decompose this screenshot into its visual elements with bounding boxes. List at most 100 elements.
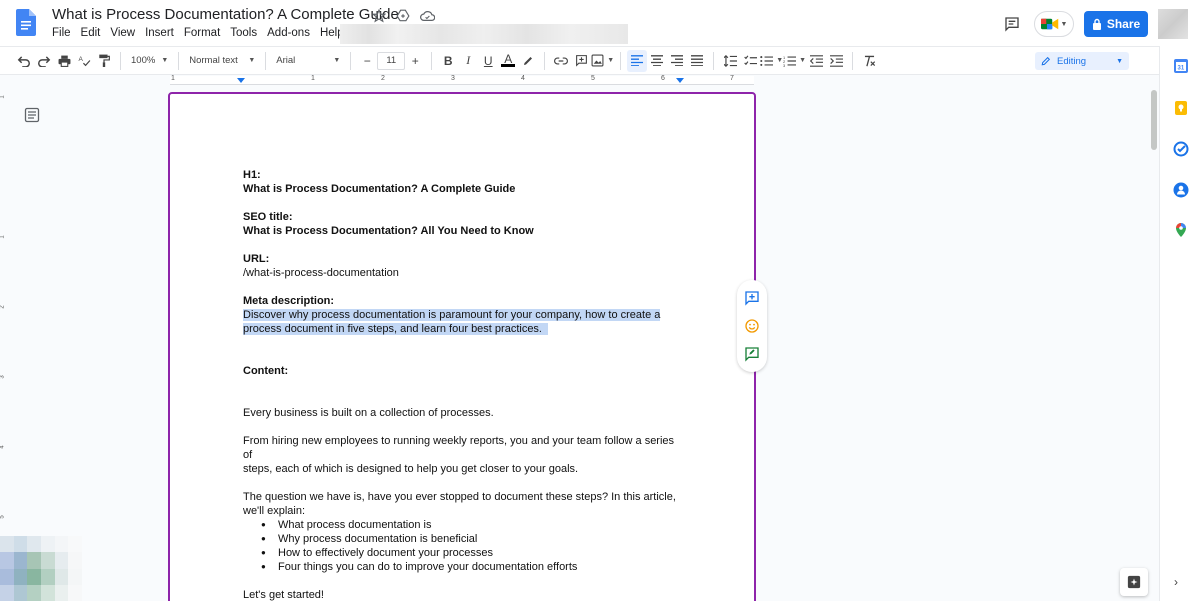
star-icon[interactable]: [370, 7, 388, 25]
maps-icon[interactable]: [1173, 222, 1189, 238]
scroll-thumb[interactable]: [1151, 90, 1157, 150]
menu-tools[interactable]: Tools: [225, 27, 262, 39]
style-value: Normal text: [189, 55, 238, 66]
align-center-icon[interactable]: [647, 50, 667, 72]
chevron-down-icon: ▼: [161, 57, 169, 64]
bulleted-list-icon[interactable]: ▼: [760, 50, 783, 72]
menu-format[interactable]: Format: [179, 27, 225, 39]
paint-format-icon[interactable]: [94, 50, 114, 72]
divider: [265, 51, 267, 70]
menu-file[interactable]: File: [52, 27, 76, 39]
insert-link-icon[interactable]: [551, 50, 571, 72]
formatting-toolbar: A 100% ▼ Normal text ▼ Arial ▼ − 11 + B I U…: [0, 46, 1159, 75]
url-label: URL:: [243, 253, 270, 265]
insert-image-icon[interactable]: ▼: [591, 50, 614, 72]
font-size-input[interactable]: 11: [377, 51, 406, 70]
spellcheck-icon[interactable]: A: [74, 50, 94, 72]
undo-icon[interactable]: [14, 50, 34, 72]
increase-font-size-button[interactable]: +: [405, 50, 425, 72]
menu-view[interactable]: View: [105, 27, 140, 39]
horizontal-ruler[interactable]: 1 1 2 3 4 5 6 7: [0, 75, 1159, 86]
editing-mode-label: Editing: [1057, 55, 1087, 67]
underline-icon[interactable]: U: [478, 50, 498, 72]
clear-formatting-icon[interactable]: [859, 50, 879, 72]
chevron-down-icon: ▼: [248, 57, 256, 64]
list-item: What process documentation is: [261, 518, 683, 532]
increase-indent-icon[interactable]: [826, 50, 846, 72]
print-icon[interactable]: [54, 50, 74, 72]
url-text: /what-is-process-documentation: [243, 267, 399, 279]
explore-icon: [1127, 575, 1141, 589]
add-comment-icon[interactable]: [743, 289, 761, 307]
keep-icon[interactable]: [1173, 100, 1189, 116]
meta-description-selection: Discover why process documentation is pa…: [243, 308, 683, 336]
svg-text:A: A: [78, 56, 83, 63]
decrease-indent-icon[interactable]: [806, 50, 826, 72]
move-to-drive-icon[interactable]: [394, 7, 412, 25]
cloud-saved-icon[interactable]: [418, 7, 436, 25]
ruler-number: 6: [661, 75, 665, 82]
decrease-font-size-button[interactable]: −: [357, 50, 377, 72]
italic-icon[interactable]: I: [458, 50, 478, 72]
h1-text: What is Process Documentation? A Complet…: [243, 183, 516, 195]
ruler-number: 1: [0, 235, 6, 239]
share-button[interactable]: Share: [1084, 11, 1148, 37]
calendar-icon[interactable]: 31: [1173, 58, 1189, 74]
numbered-list-icon[interactable]: 1 2 3 ▼: [783, 50, 806, 72]
avatar[interactable]: [1158, 9, 1188, 39]
highlight-color-icon[interactable]: [518, 50, 538, 72]
google-docs-window: What is Process Documentation? A Complet…: [0, 0, 1200, 601]
menu-addons[interactable]: Add-ons: [262, 27, 315, 39]
redacted-last-edit-info: [340, 24, 628, 44]
align-left-icon[interactable]: [627, 49, 648, 72]
document-body[interactable]: H1: What is Process Documentation? A Com…: [243, 168, 683, 601]
insert-comment-icon[interactable]: [571, 50, 591, 72]
content-label: Content:: [243, 365, 289, 377]
checklist-icon[interactable]: [740, 50, 760, 72]
editing-mode-select[interactable]: Editing ▼: [1035, 52, 1129, 70]
side-panel: 31: [1159, 46, 1200, 601]
vertical-scrollbar[interactable]: [1148, 86, 1159, 601]
pencil-icon: [1041, 56, 1051, 66]
vertical-ruler: 1 1 2 3 4 5: [0, 86, 10, 601]
contacts-icon[interactable]: [1173, 182, 1189, 198]
title-icons: [370, 7, 436, 25]
text-color-icon[interactable]: A: [498, 50, 518, 72]
style-select[interactable]: Normal text ▼: [185, 55, 259, 66]
svg-text:3: 3: [783, 62, 785, 66]
explore-button[interactable]: [1120, 568, 1148, 596]
share-label: Share: [1106, 17, 1141, 31]
align-justify-icon[interactable]: [687, 50, 707, 72]
bold-icon[interactable]: B: [438, 50, 458, 72]
document-title[interactable]: What is Process Documentation? A Complet…: [52, 6, 399, 23]
meet-button[interactable]: ▼: [1034, 11, 1074, 37]
chevron-right-icon[interactable]: ›: [1174, 575, 1178, 589]
chevron-down-icon: ▼: [1060, 20, 1068, 28]
add-emoji-reaction-icon[interactable]: [743, 317, 761, 335]
font-value: Arial: [276, 55, 296, 66]
line-spacing-icon[interactable]: [720, 50, 740, 72]
suggest-edits-icon[interactable]: [743, 345, 761, 363]
docs-logo-icon[interactable]: [16, 9, 36, 36]
right-indent-marker[interactable]: [676, 78, 684, 83]
ruler-number: 4: [0, 445, 6, 449]
align-right-icon[interactable]: [667, 50, 687, 72]
document-page[interactable]: H1: What is Process Documentation? A Com…: [168, 92, 756, 601]
meet-icon: [1040, 18, 1058, 30]
menu-insert[interactable]: Insert: [140, 27, 179, 39]
divider: [544, 51, 546, 70]
paragraph-2-line-2: steps, each of which is designed to help…: [243, 463, 579, 475]
font-select[interactable]: Arial ▼: [272, 55, 344, 66]
left-indent-marker[interactable]: [237, 78, 245, 83]
chevron-down-icon: ▼: [799, 57, 807, 64]
ruler-number: 5: [0, 515, 6, 519]
tasks-icon[interactable]: [1173, 141, 1189, 157]
document-outline-icon[interactable]: [24, 107, 40, 123]
redo-icon[interactable]: [34, 50, 54, 72]
list-item: How to effectively document your process…: [261, 546, 683, 560]
closing-line: Let's get started!: [243, 589, 324, 601]
menu-edit[interactable]: Edit: [76, 27, 106, 39]
zoom-select[interactable]: 100% ▼: [127, 55, 172, 66]
svg-text:31: 31: [1178, 66, 1185, 72]
comment-history-icon[interactable]: [1000, 12, 1024, 36]
